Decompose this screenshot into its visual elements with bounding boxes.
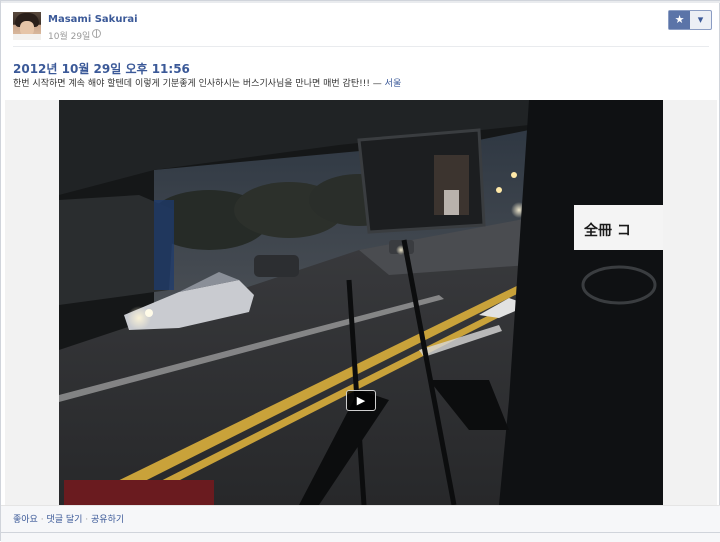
comment-link[interactable]: 댓글 달기	[46, 515, 82, 525]
author-name[interactable]: Masami Sakurai	[48, 14, 138, 25]
top-edge	[1, 1, 720, 3]
share-link[interactable]: 공유하기	[91, 515, 124, 525]
post-date[interactable]: 10월 29일	[48, 29, 90, 42]
car	[254, 255, 299, 277]
video-player[interactable]: 全冊 コ	[59, 100, 663, 505]
mirror-reflection	[444, 190, 459, 215]
like-link[interactable]: 좋아요	[13, 515, 38, 525]
video-frame: 全冊 コ	[59, 100, 663, 505]
play-button[interactable]: ▶	[346, 390, 376, 411]
post-text: 한번 시작하면 계속 해야 할텐데 이렇게 기분좋게 인사하시는 버스기사님을 …	[13, 76, 401, 89]
location-dash: —	[369, 79, 385, 89]
post-title[interactable]: 2012년 10월 29일 오후 11:56	[13, 60, 190, 77]
location-link[interactable]: 서울	[385, 79, 402, 89]
divider	[13, 46, 709, 47]
star-icon[interactable]: ★	[669, 11, 690, 29]
footer-links: 좋아요 · 댓글 달기 · 공유하기	[13, 512, 124, 525]
globe-icon	[92, 29, 101, 38]
avatar[interactable]	[13, 12, 41, 40]
red-item	[64, 480, 214, 505]
sign-text: 全冊 コ	[583, 222, 631, 239]
street-light	[496, 187, 502, 193]
post-actions: ★ ▾	[668, 10, 712, 30]
video-area: 全冊 コ ▶	[5, 100, 717, 505]
post-footer: 좋아요 · 댓글 달기 · 공유하기	[1, 505, 720, 542]
street-light	[511, 172, 517, 178]
post-card: Masami Sakurai 10월 29일 ★ ▾ 2012년 10월 29일…	[0, 0, 720, 542]
separator: ·	[82, 515, 92, 525]
post-body: 한번 시작하면 계속 해야 할텐데 이렇게 기분좋게 인사하시는 버스기사님을 …	[13, 79, 370, 89]
chevron-down-icon[interactable]: ▾	[690, 11, 711, 29]
headlight	[145, 309, 153, 317]
footer-divider	[1, 532, 720, 533]
blue-trim	[154, 200, 174, 290]
avatar-shirt	[13, 34, 41, 40]
